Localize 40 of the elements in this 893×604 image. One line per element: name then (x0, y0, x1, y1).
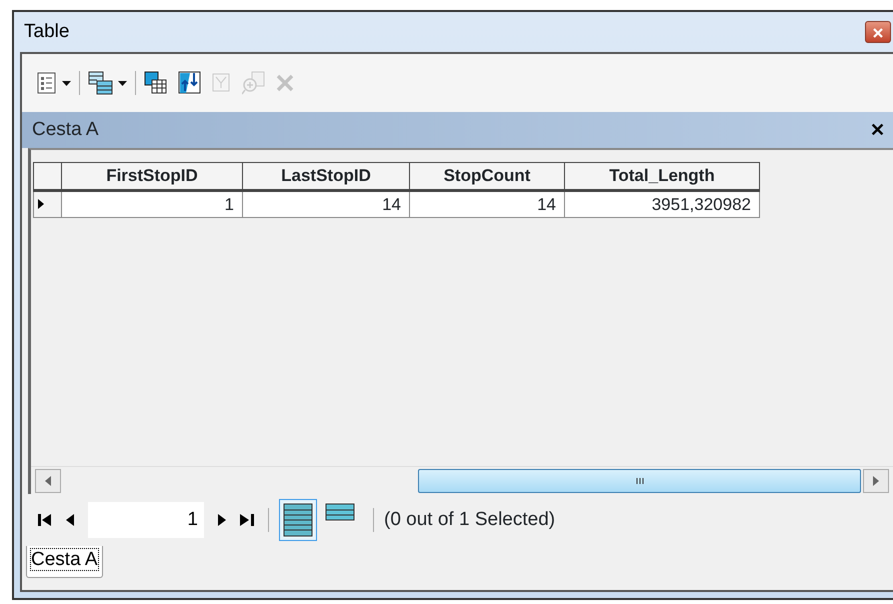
column-header[interactable]: StopCount (410, 162, 564, 190)
close-button[interactable] (865, 21, 891, 43)
scroll-thumb[interactable] (418, 468, 861, 492)
panel-title: Cesta A (32, 118, 99, 142)
right-arrow-icon (873, 476, 879, 486)
linked-tables-button[interactable] (86, 69, 129, 97)
close-icon (873, 28, 883, 38)
current-row-icon (38, 199, 44, 210)
scroll-right-button[interactable] (863, 468, 889, 492)
list-icon (36, 72, 58, 94)
row-header-corner (34, 162, 62, 190)
page-number-field[interactable]: 1 (88, 502, 204, 538)
zoom-icon (242, 71, 266, 95)
horizontal-scrollbar[interactable] (31, 466, 893, 494)
left-arrow-icon (45, 476, 51, 486)
column-header[interactable]: Total_Length (564, 162, 760, 190)
close-button[interactable]: ✕ (870, 116, 885, 144)
column-header[interactable]: FirstStopID (62, 162, 242, 190)
caret-icon (62, 80, 71, 86)
table-tab[interactable]: Cesta A (26, 546, 103, 578)
last-page-button[interactable] (240, 514, 254, 526)
table-select-icon (144, 71, 168, 95)
first-page-button[interactable] (38, 514, 52, 526)
table-cell: 14 (410, 190, 564, 218)
scroll-left-button[interactable] (35, 468, 61, 492)
row-selector[interactable] (34, 190, 62, 218)
selection-status: (0 out of 1 Selected) (384, 508, 556, 532)
window-title: Table (24, 20, 70, 44)
next-page-button[interactable] (218, 514, 226, 526)
switch-selection-icon (178, 71, 202, 95)
table-cell: 3951,320982 (564, 190, 760, 218)
table-cell: 14 (242, 190, 410, 218)
clear-selection-icon (212, 73, 232, 93)
table-cell: 1 (62, 190, 242, 218)
delete-icon (276, 74, 294, 92)
show-all-records-button[interactable] (279, 499, 317, 541)
linked-tables-icon (88, 71, 114, 95)
caret-icon (118, 80, 127, 86)
column-header[interactable]: LastStopID (242, 162, 410, 190)
previous-page-button[interactable] (66, 514, 74, 526)
